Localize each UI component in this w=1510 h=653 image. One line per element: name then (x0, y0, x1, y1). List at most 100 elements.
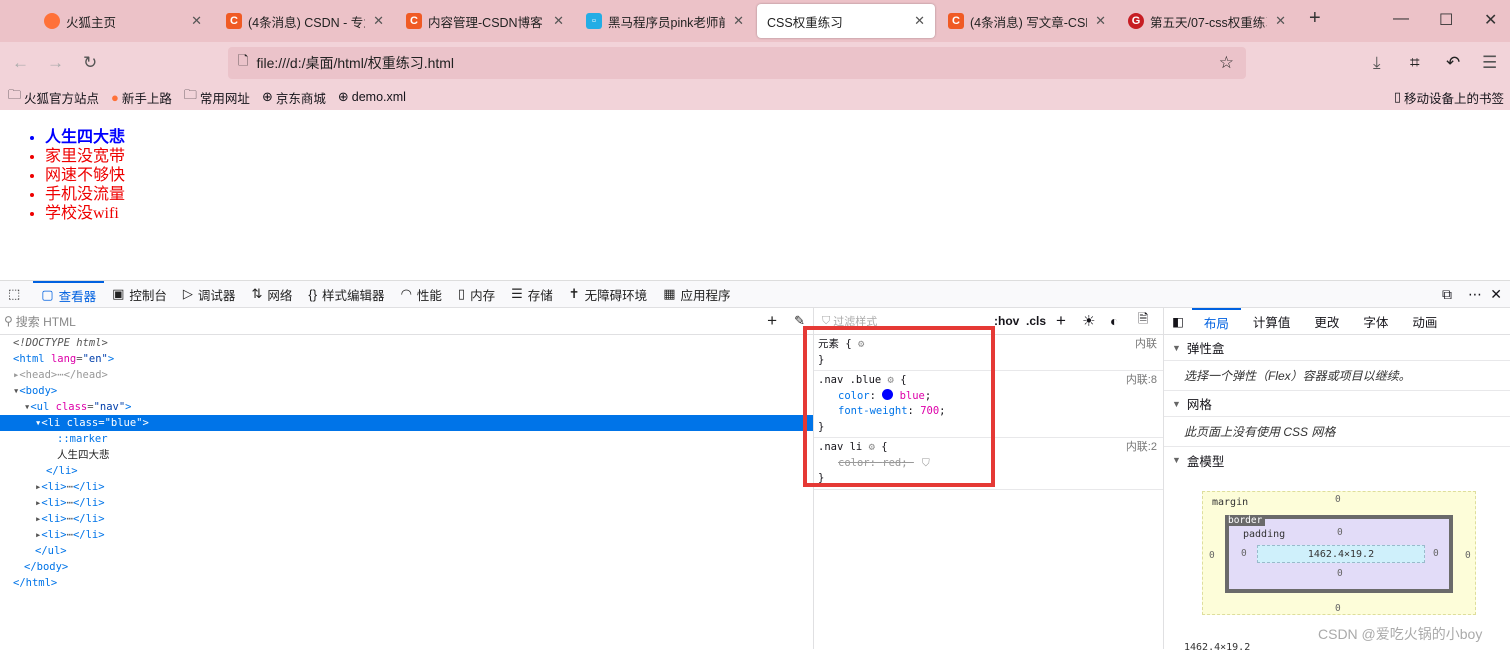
tab-changes[interactable]: 更改 (1302, 308, 1351, 335)
margin-bottom[interactable]: 0 (1335, 603, 1341, 614)
close-tab-icon[interactable]: ✕ (914, 13, 925, 29)
margin-left[interactable]: 0 (1209, 550, 1215, 561)
element-picker-button[interactable]: ⬚ (0, 281, 33, 308)
tab-firefox-home[interactable]: 火狐主页 ✕ (34, 4, 212, 38)
close-tab-icon[interactable]: ✕ (733, 13, 744, 29)
tab-accessibility[interactable]: ✝ 无障碍环境 (561, 281, 655, 308)
tab-csdn-write[interactable]: C (4条消息) 写文章-CSD ✕ (938, 4, 1116, 38)
minimize-button[interactable]: — (1393, 10, 1409, 28)
tab-computed[interactable]: 计算值 (1241, 308, 1303, 335)
forward-button[interactable]: → (47, 53, 64, 73)
back-button[interactable]: ← (12, 53, 29, 73)
tab-debugger[interactable]: ▷ 调试器 (175, 281, 244, 308)
tab-csdn-content[interactable]: C 内容管理-CSDN博客 ✕ (396, 4, 574, 38)
li-node[interactable]: ▸<li>⋯</li> (0, 527, 813, 543)
print-icon[interactable]: 🗎 (1138, 310, 1148, 332)
reload-button[interactable]: ↻ (83, 53, 97, 73)
li-node-selected[interactable]: ▾<li class="blue"> (0, 415, 813, 431)
ul-node[interactable]: ▾<ul class="nav"> (0, 399, 813, 415)
tab-bilibili[interactable]: ▫ 黑马程序员pink老师前 ✕ (576, 4, 754, 38)
mobile-bookmarks[interactable]: ▯ 移动设备上的书签 (1394, 88, 1504, 107)
bookmark-item[interactable]: ⊕ demo.xml (338, 89, 406, 105)
box-model: margin 0 0 0 0 border padding 0 0 0 0 14… (1202, 491, 1476, 615)
flexbox-message: 选择一个弹性（Flex）容器或项目以继续。 (1164, 361, 1510, 391)
tab-console[interactable]: ▣ 控制台 (104, 281, 175, 308)
grid-section-header[interactable]: ▼ 网格 (1164, 391, 1510, 417)
tab-memory[interactable]: ▯ 内存 (450, 281, 503, 308)
list-item: 人生四大悲 (45, 128, 125, 147)
url-bar[interactable]: 🗋 file:///d:/桌面/html/权重练习.html ☆ (228, 47, 1246, 79)
text-node[interactable]: 人生四大悲 (0, 447, 813, 463)
debugger-icon: ▷ (182, 286, 193, 301)
tab-storage[interactable]: ☰ 存储 (503, 281, 561, 308)
list-item: 手机没流量 (45, 185, 125, 204)
bookmark-item[interactable]: 🗀 常用网址 (184, 86, 250, 108)
close-tab-icon[interactable]: ✕ (1275, 13, 1286, 29)
bookmark-item[interactable]: 🗀 火狐官方站点 (8, 86, 99, 108)
html-search[interactable]: ⚲ 搜索 HTML + ✎ (0, 308, 813, 335)
hov-button[interactable]: :hov (994, 314, 1019, 328)
dock-icon[interactable]: ⧉ (1442, 286, 1452, 303)
storage-icon: ☰ (511, 286, 523, 301)
margin-top[interactable]: 0 (1335, 494, 1341, 505)
download-icon[interactable]: ⤓ (1373, 53, 1381, 73)
tab-layout[interactable]: 布局 (1191, 307, 1241, 335)
page-content: 人生四大悲 家里没宽带 网速不够快 手机没流量 学校没wifi (0, 110, 1510, 281)
tab-performance[interactable]: ◠ 性能 (393, 281, 450, 308)
tab-gitee[interactable]: G 第五天/07-css权重练习 ✕ (1118, 4, 1296, 38)
bookmarks-bar: 🗀 火狐官方站点 ● 新手上路 🗀 常用网址 ⊕ 京东商城 ⊕ demo.xml ▯ 移动设… (0, 84, 1510, 110)
tab-style-editor[interactable]: {} 样式编辑器 (300, 281, 392, 308)
tab-fonts[interactable]: 字体 (1351, 308, 1400, 335)
close-window-button[interactable]: ✕ (1484, 10, 1497, 30)
page-icon: 🗋 (238, 53, 249, 68)
close-tab-icon[interactable]: ✕ (373, 13, 384, 29)
csdn-icon: C (226, 13, 242, 29)
sidebar-toggle-icon[interactable]: ◧ (1164, 314, 1192, 329)
tab-application[interactable]: ▦ 应用程序 (655, 281, 738, 308)
undo-icon[interactable]: ↶ (1446, 53, 1460, 73)
close-devtools-button[interactable]: ✕ (1490, 286, 1502, 303)
crop-icon[interactable]: ⌗ (1410, 53, 1420, 73)
li-node[interactable]: ▸<li>⋯</li> (0, 511, 813, 527)
memory-icon: ▯ (457, 286, 466, 301)
li-node[interactable]: ▸<li>⋯</li> (0, 495, 813, 511)
nav-list: 人生四大悲 家里没宽带 网速不够快 手机没流量 学校没wifi (45, 128, 125, 223)
bookmark-item[interactable]: ● 新手上路 (111, 88, 172, 107)
padding-top[interactable]: 0 (1337, 527, 1343, 538)
close-tab-icon[interactable]: ✕ (191, 13, 202, 29)
flexbox-section-header[interactable]: ▼ 弹性盒 (1164, 335, 1510, 361)
html-node[interactable]: <html lang="en"> (0, 351, 813, 367)
menu-icon[interactable]: ☰ (1482, 53, 1497, 73)
bookmark-star-icon[interactable]: ☆ (1219, 53, 1234, 73)
maximize-button[interactable]: ☐ (1439, 10, 1453, 30)
add-node-button[interactable]: + (767, 311, 777, 331)
light-scheme-icon[interactable]: ☀ (1082, 312, 1095, 330)
li-node[interactable]: ▸<li>⋯</li> (0, 479, 813, 495)
padding-left[interactable]: 0 (1241, 548, 1247, 559)
new-tab-button[interactable]: + (1309, 7, 1321, 30)
tab-network[interactable]: ⇅ 网络 (243, 281, 300, 308)
padding-right[interactable]: 0 (1433, 548, 1439, 559)
box-model-section-header[interactable]: ▼ 盒模型 (1164, 447, 1510, 473)
body-close: </body> (24, 561, 69, 573)
margin-right[interactable]: 0 (1465, 550, 1471, 561)
head-node[interactable]: ▸<head>⋯</head> (0, 367, 813, 383)
tab-animations[interactable]: 动画 (1400, 308, 1449, 335)
border-box: border padding 0 0 0 0 1462.4×19.2 (1225, 515, 1453, 593)
close-tab-icon[interactable]: ✕ (1095, 13, 1106, 29)
more-icon[interactable]: ⋯ (1468, 286, 1482, 303)
marker-node[interactable]: ::marker (0, 431, 813, 447)
tab-css-weight[interactable]: CSS权重练习 ✕ (757, 4, 935, 38)
padding-bottom[interactable]: 0 (1337, 568, 1343, 579)
add-rule-button[interactable]: + (1056, 311, 1066, 331)
list-item: 学校没wifi (45, 204, 125, 223)
bookmark-item[interactable]: ⊕ 京东商城 (262, 88, 326, 107)
tab-inspector[interactable]: ▢ 查看器 (33, 280, 105, 308)
close-tab-icon[interactable]: ✕ (553, 13, 564, 29)
body-node[interactable]: ▾<body> (0, 383, 813, 399)
cls-button[interactable]: .cls (1026, 314, 1046, 328)
console-icon: ▣ (112, 286, 125, 301)
dark-scheme-icon[interactable]: ◐ (1110, 313, 1118, 329)
tab-csdn[interactable]: C (4条消息) CSDN - 专业 ✕ (216, 4, 394, 38)
folder-icon: 🗀 (8, 87, 22, 102)
